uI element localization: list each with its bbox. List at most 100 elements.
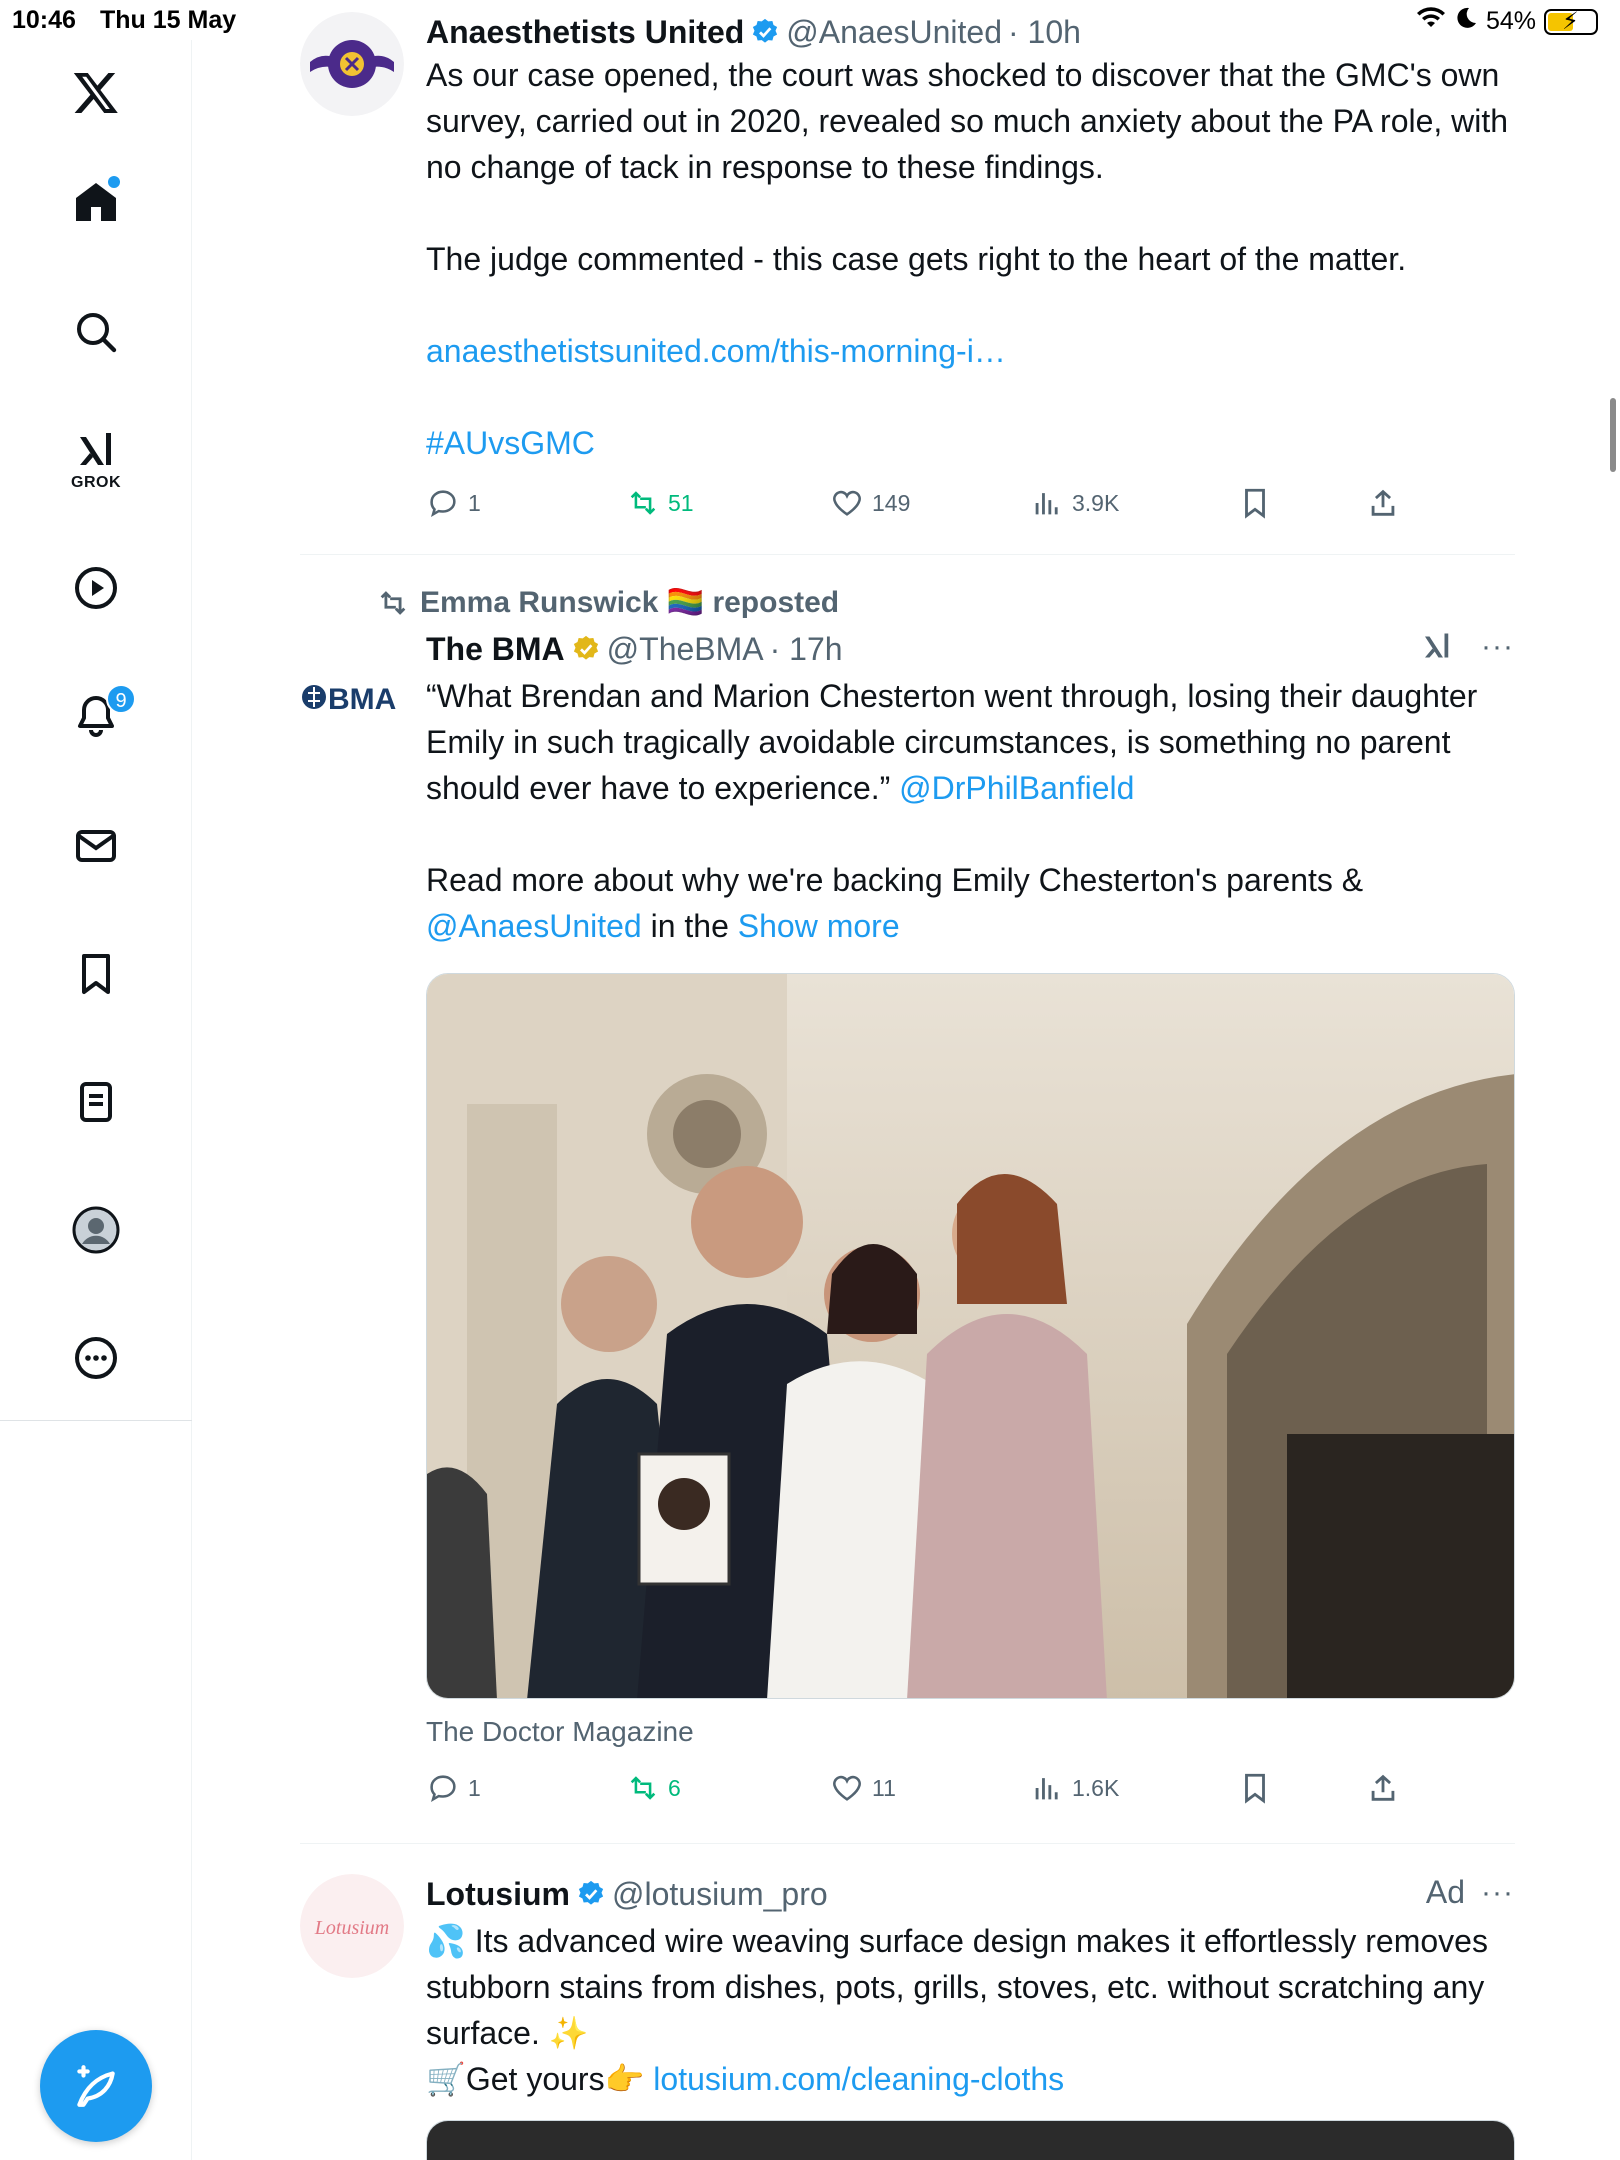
x-logo-icon[interactable]	[62, 58, 130, 126]
envelope-icon	[76, 830, 116, 862]
battery-icon: ⚡	[1544, 7, 1598, 35]
share-icon	[1371, 1774, 1395, 1801]
nav-grok[interactable]: GROK	[62, 426, 130, 494]
sidebar: GROK 9	[0, 40, 192, 2160]
tweet-text-2: Read more about why we're backing Emily …	[426, 857, 1514, 949]
mention-link[interactable]: @AnaesUnited	[426, 908, 642, 944]
scrollbar[interactable]	[1610, 398, 1616, 472]
repost-context[interactable]: Emma Runswick 🏳️‍🌈 reposted	[376, 585, 839, 620]
heart-icon	[833, 1775, 861, 1801]
avatar-anaesthetists-united[interactable]	[300, 12, 404, 116]
views-chart-icon	[1035, 493, 1058, 515]
view-count: 3.9K	[1072, 489, 1120, 516]
author-handle[interactable]: @AnaesUnited	[786, 12, 1002, 52]
search-icon	[77, 313, 117, 353]
bookmark-icon	[1245, 1773, 1265, 1804]
tweet-content: Anaesthetists United @AnaesUnited · 10h …	[426, 12, 1514, 519]
more-circle-icon	[75, 1337, 117, 1379]
tweet-content: Lotusium @lotusium_pro Ad ··· 💦 Its adva…	[426, 1874, 1514, 2102]
nav-lists[interactable]	[62, 1068, 130, 1136]
bookmark-button[interactable]	[1238, 486, 1272, 520]
repost-count: 6	[668, 1774, 681, 1801]
tweet-text-2a: Read more about why we're backing Emily …	[426, 862, 1364, 898]
grok-label: GROK	[71, 474, 121, 491]
repost-button[interactable]: 6	[626, 1771, 681, 1805]
profile-avatar-icon	[72, 1206, 120, 1254]
new-posts-dot	[108, 176, 120, 188]
media-source[interactable]: The Doctor Magazine	[426, 1709, 694, 1755]
tweet-actions: 1 51 149 3.9K	[426, 486, 1514, 526]
bookmark-button[interactable]	[1238, 1771, 1272, 1805]
more-options-icon[interactable]: ···	[1481, 1876, 1514, 1910]
tweet-divider	[300, 554, 1515, 555]
lotusium-logo-text: Lotusium	[314, 1917, 389, 1939]
verified-gold-badge-icon	[573, 635, 598, 660]
bookmark-icon	[82, 954, 110, 994]
like-button[interactable]: 11	[830, 1771, 896, 1805]
tweet-media-photo[interactable]	[426, 973, 1515, 1699]
sidebar-divider	[0, 1420, 192, 1421]
compose-feather-icon	[77, 2065, 115, 2107]
post-time[interactable]: · 17h	[770, 629, 843, 669]
like-count: 11	[872, 1774, 896, 1801]
post-time[interactable]: · 10h	[1008, 12, 1081, 52]
nav-explore[interactable]	[62, 298, 130, 366]
ad-media-preview[interactable]	[426, 2120, 1515, 2160]
author-handle[interactable]: @lotusium_pro	[612, 1874, 828, 1914]
tweet-header: Lotusium @lotusium_pro	[426, 1874, 1514, 1914]
compose-button[interactable]	[40, 2030, 152, 2142]
list-icon	[80, 1082, 112, 1122]
like-button[interactable]: 149	[830, 486, 910, 520]
share-button[interactable]	[1366, 1771, 1400, 1805]
views-button[interactable]: 3.9K	[1030, 486, 1119, 520]
ad-label-row: Ad ···	[1426, 1874, 1514, 1911]
avatar-the-bma[interactable]: BMA	[300, 647, 404, 751]
repost-icon	[630, 1776, 656, 1800]
repost-icon	[630, 491, 656, 515]
repost-button[interactable]: 51	[626, 486, 694, 520]
heart-icon	[833, 490, 861, 516]
repost-icon	[380, 590, 406, 615]
nav-notifications[interactable]: 9	[62, 682, 136, 750]
views-button[interactable]: 1.6K	[1030, 1771, 1119, 1805]
tweet-link[interactable]: anaesthetistsunited.com/this-morning-i…	[426, 328, 1514, 374]
nav-bookmarks[interactable]	[62, 940, 130, 1008]
tweet-text-2: 🛒Get yours👉 lotusium.com/cleaning-cloths	[426, 2056, 1514, 2102]
author-name[interactable]: Anaesthetists United	[426, 12, 744, 52]
bookmark-icon	[1245, 488, 1265, 519]
nav-videos[interactable]	[62, 554, 130, 622]
more-options-icon[interactable]: ···	[1481, 630, 1514, 664]
reply-icon	[430, 490, 456, 518]
nav-messages[interactable]	[62, 812, 130, 880]
tweet-text: 💦 Its advanced wire weaving surface desi…	[426, 1923, 1488, 2051]
tweet-text-2: The judge commented - this case gets rig…	[426, 241, 1407, 277]
nav-profile[interactable]	[62, 1196, 130, 1264]
mention-link[interactable]: @DrPhilBanfield	[899, 770, 1134, 806]
author-name[interactable]: The BMA	[426, 629, 565, 669]
photo-illustration	[427, 974, 1514, 1698]
status-date: Thu 15 May	[100, 6, 237, 34]
tweet-divider	[300, 1843, 1515, 1844]
charging-icon: ⚡	[1562, 7, 1579, 35]
reply-count: 1	[468, 489, 481, 516]
views-chart-icon	[1035, 1778, 1058, 1800]
notifications-badge: 9	[106, 684, 136, 714]
author-name[interactable]: Lotusium	[426, 1874, 570, 1914]
reply-button[interactable]: 1	[426, 486, 481, 520]
status-time: 10:46	[12, 6, 76, 34]
show-more-link[interactable]: Show more	[738, 908, 900, 944]
tweet-hashtag[interactable]: #AUvsGMC	[426, 420, 1514, 466]
share-button[interactable]	[1366, 486, 1400, 520]
reply-button[interactable]: 1	[426, 1771, 481, 1805]
tweet-text: As our case opened, the court was shocke…	[426, 57, 1509, 185]
avatar-lotusium[interactable]: Lotusium	[300, 1874, 404, 1978]
ad-label: Ad	[1425, 1874, 1466, 1910]
grok-icon[interactable]	[1419, 629, 1455, 665]
bma-logo-text: BMA	[328, 683, 396, 716]
tweet-link[interactable]: lotusium.com/cleaning-cloths	[653, 2061, 1064, 2097]
tweet-header: Anaesthetists United @AnaesUnited · 10h	[426, 12, 1514, 52]
nav-home[interactable]	[62, 168, 130, 236]
author-handle[interactable]: @TheBMA	[607, 629, 764, 669]
tweet-header: The BMA @TheBMA · 17h	[426, 629, 1514, 669]
nav-more[interactable]	[62, 1324, 130, 1392]
